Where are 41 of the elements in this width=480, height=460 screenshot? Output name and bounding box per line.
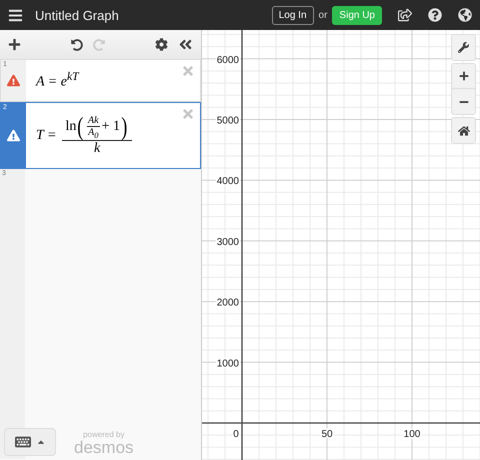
settings-icon[interactable]: [155, 38, 168, 51]
tick-label: 0: [233, 429, 239, 440]
settings-button[interactable]: [452, 35, 475, 60]
parenthesis: (: [78, 114, 84, 140]
parenthesis: ): [121, 114, 128, 140]
help-icon[interactable]: [428, 8, 442, 22]
or-label: or: [318, 10, 328, 20]
fraction-numerator: Ak: [87, 114, 100, 126]
home-button[interactable]: [452, 118, 475, 143]
globe-icon[interactable]: [458, 8, 472, 22]
login-button[interactable]: Log In: [272, 6, 314, 24]
zoom-in-button[interactable]: [452, 64, 475, 89]
warning-icon[interactable]: [7, 74, 20, 87]
equation-term: + 1: [102, 119, 120, 135]
graph-title: Untitled Graph: [35, 8, 120, 22]
tick-label: 100: [404, 429, 420, 440]
fraction-denominator: A$_{0}$: [88, 126, 98, 140]
tick-label: 50: [321, 429, 333, 440]
menu-icon[interactable]: [8, 8, 23, 22]
tick-label: 6000: [216, 54, 239, 66]
tick-label: 5000: [216, 116, 239, 126]
keyboard-button[interactable]: [4, 428, 56, 456]
warning-icon[interactable]: [7, 129, 20, 142]
tick-label: 1000: [216, 358, 239, 370]
undo-icon[interactable]: [71, 38, 83, 50]
plus-icon: [458, 71, 468, 81]
add-icon[interactable]: [8, 38, 21, 51]
home-icon: [458, 124, 470, 136]
collapse-icon[interactable]: [178, 37, 193, 52]
brand-label: desmos: [74, 439, 134, 456]
function-name: ln: [65, 119, 76, 135]
wrench-icon: [458, 42, 469, 53]
fraction-denominator: k: [94, 141, 100, 157]
equation: A = e$^{kT}$: [36, 70, 79, 91]
tick-label: 4000: [216, 176, 239, 188]
tick-label: 2000: [216, 298, 239, 309]
keyboard-icon: [14, 434, 30, 450]
tick-label: 3000: [216, 236, 239, 248]
equation-lhs: T =: [36, 128, 56, 144]
share-icon[interactable]: [398, 8, 412, 22]
powered-by-label: powered by: [83, 431, 124, 439]
